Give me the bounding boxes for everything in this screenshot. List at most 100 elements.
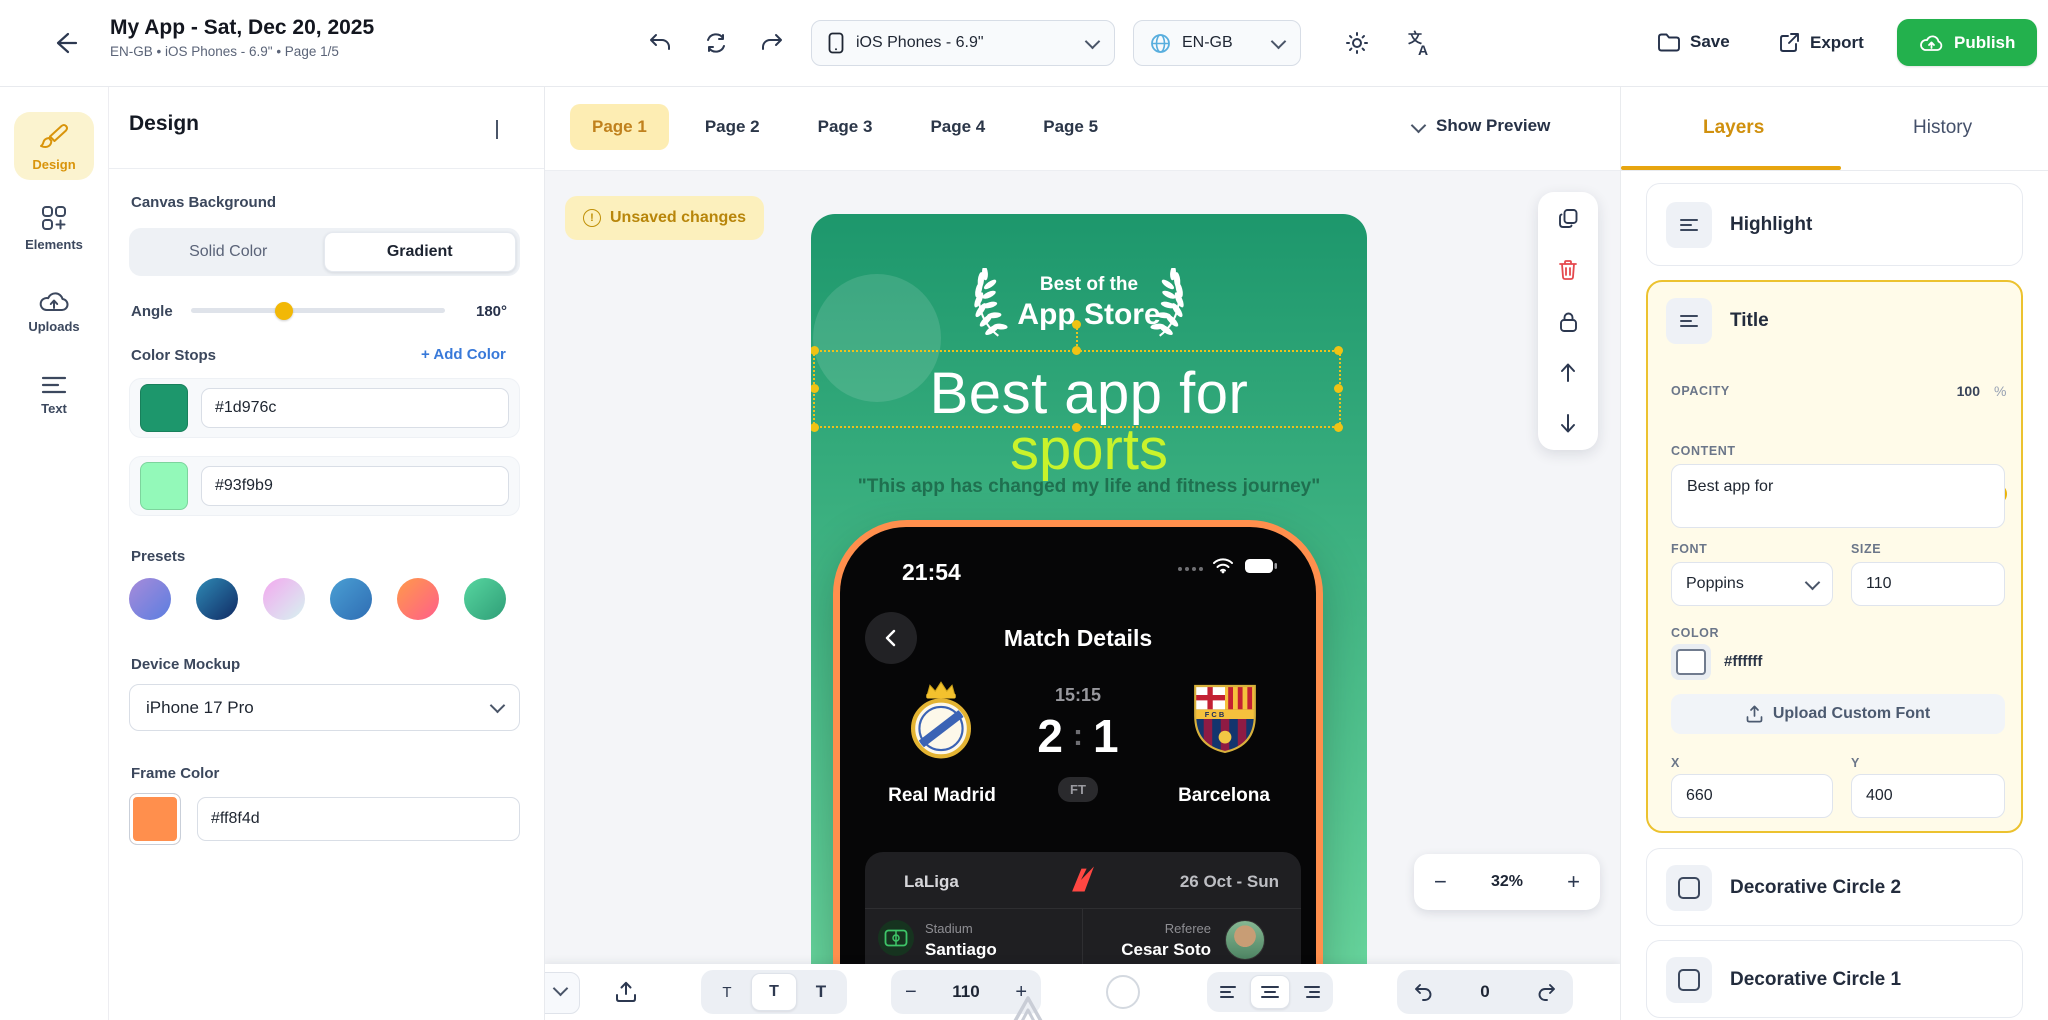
quote-layer[interactable]: "This app has changed my life and fitnes… (811, 476, 1367, 498)
frame-color-hex-input[interactable] (197, 797, 520, 841)
undo-button[interactable] (648, 31, 672, 55)
rotation-control: 0 (1397, 970, 1573, 1014)
zoom-out-button[interactable]: − (1434, 871, 1447, 893)
text-style-bold-button[interactable]: T (799, 974, 843, 1010)
text-color-button[interactable] (1106, 975, 1140, 1009)
device-selector[interactable]: iOS Phones - 6.9" (811, 20, 1115, 66)
rotate-ccw-button[interactable] (1413, 982, 1433, 1002)
font-label: FONT (1671, 542, 1707, 556)
color-stop-hex-input[interactable] (201, 466, 509, 506)
layer-tools-toolbar (1538, 192, 1598, 450)
rail-item-elements[interactable]: Elements (14, 204, 94, 252)
theme-toggle-button[interactable] (1345, 31, 1369, 55)
referee-value: Cesar Soto (1105, 940, 1211, 960)
tab-page-1[interactable]: Page 1 (570, 104, 669, 150)
collapse-panel-button[interactable] (496, 120, 498, 138)
divider (108, 168, 544, 169)
rail-item-design[interactable]: Design (14, 112, 94, 180)
phone-mockup[interactable]: 21:54 Match Details (833, 520, 1323, 1020)
publish-button-label: Publish (1954, 33, 2015, 53)
tab-layers[interactable]: Layers (1703, 86, 1764, 170)
selection-handle[interactable] (1334, 423, 1343, 432)
text-color-swatch[interactable] (1671, 644, 1711, 680)
laurel-badge[interactable]: Best of the App Store (811, 262, 1367, 332)
selection-handle[interactable] (1334, 384, 1343, 393)
align-right-button[interactable] (1292, 976, 1330, 1008)
tab-gradient[interactable]: Gradient (324, 232, 517, 272)
size-input[interactable] (1851, 562, 2005, 606)
layer-item-title[interactable]: Title OPACITY 100 % CONTENT Best app for… (1646, 280, 2023, 833)
stadium-label: Stadium (925, 921, 973, 936)
stadium-icon (878, 920, 914, 956)
layer-item-decorative-circle-1[interactable]: Decorative Circle 1 (1646, 940, 2023, 1018)
color-stop-hex-input[interactable] (201, 388, 509, 428)
rotate-cw-button[interactable] (1537, 982, 1557, 1002)
save-button[interactable]: Save (1657, 31, 1730, 53)
preset-gradient-3[interactable] (263, 578, 305, 620)
tab-page-4[interactable]: Page 4 (908, 104, 1007, 150)
tab-page-2[interactable]: Page 2 (683, 104, 782, 150)
layer-name: Highlight (1730, 214, 1812, 236)
language-selector[interactable]: EN-GB (1133, 20, 1301, 66)
redo-button[interactable] (760, 31, 784, 55)
frame-color-swatch[interactable] (129, 793, 181, 845)
angle-slider-knob[interactable] (275, 302, 293, 320)
tab-page-3[interactable]: Page 3 (796, 104, 895, 150)
zoom-in-button[interactable]: + (1567, 871, 1580, 893)
font-select[interactable]: Poppins (1671, 562, 1833, 606)
selection-handle[interactable] (1072, 346, 1081, 355)
selection-handle[interactable] (1072, 423, 1081, 432)
rail-item-uploads[interactable]: Uploads (14, 288, 94, 334)
upload-button[interactable] (614, 980, 638, 1004)
align-center-button[interactable] (1250, 975, 1290, 1009)
content-input[interactable]: Best app for (1671, 464, 2005, 528)
duplicate-button[interactable] (1558, 208, 1579, 229)
artboard[interactable]: Best of the App Store Best app for sport… (811, 214, 1367, 1020)
move-layer-up-button[interactable] (1559, 362, 1577, 383)
font-size-decrease-button[interactable]: − (891, 982, 931, 1002)
reset-button[interactable] (704, 31, 728, 55)
phone-screen-title: Match Details (840, 625, 1316, 652)
translate-button[interactable]: 文A (1406, 29, 1434, 57)
layer-name: Decorative Circle 1 (1730, 969, 1901, 991)
rotation-handle[interactable] (1072, 320, 1081, 329)
layer-item-decorative-circle-2[interactable]: Decorative Circle 2 (1646, 848, 2023, 926)
selection-marquee[interactable] (813, 350, 1341, 428)
publish-button[interactable]: Publish (1897, 19, 2037, 66)
preset-gradient-6[interactable] (464, 578, 506, 620)
align-left-button[interactable] (1210, 976, 1248, 1008)
device-selector-value: iOS Phones - 6.9" (856, 34, 984, 52)
unsaved-changes-label: Unsaved changes (610, 209, 746, 227)
color-stop-swatch[interactable] (140, 462, 188, 510)
selection-handle[interactable] (1334, 346, 1343, 355)
tab-solid-color[interactable]: Solid Color (133, 232, 324, 272)
rail-item-text[interactable]: Text (14, 374, 94, 416)
preset-gradient-4[interactable] (330, 578, 372, 620)
league-name: LaLiga (904, 872, 959, 892)
device-mockup-select[interactable]: iPhone 17 Pro (129, 684, 520, 731)
x-input[interactable] (1671, 774, 1833, 818)
tab-history[interactable]: History (1913, 86, 1972, 170)
font-family-select-partial[interactable] (544, 972, 580, 1014)
preset-gradient-1[interactable] (129, 578, 171, 620)
show-preview-button[interactable]: Show Preview (1413, 116, 1550, 136)
add-color-button[interactable]: + Add Color (421, 346, 506, 363)
lock-button[interactable] (1559, 311, 1578, 333)
back-button[interactable] (52, 30, 78, 56)
tab-page-5[interactable]: Page 5 (1021, 104, 1120, 150)
delete-button[interactable] (1558, 259, 1578, 281)
layer-item-highlight[interactable]: Highlight (1646, 183, 2023, 266)
text-style-medium-button[interactable]: T (751, 973, 797, 1011)
chevron-down-icon (490, 698, 506, 714)
y-input[interactable] (1851, 774, 2005, 818)
export-button[interactable]: Export (1778, 31, 1864, 54)
score-divider: : (1063, 719, 1093, 753)
preset-gradient-2[interactable] (196, 578, 238, 620)
rail-item-label: Design (14, 157, 94, 172)
color-stop-swatch[interactable] (140, 384, 188, 432)
move-layer-down-button[interactable] (1559, 413, 1577, 434)
preset-gradient-5[interactable] (397, 578, 439, 620)
text-style-small-button[interactable]: T (705, 974, 749, 1010)
upload-custom-font-button[interactable]: Upload Custom Font (1671, 694, 2005, 734)
angle-slider-track[interactable] (191, 308, 445, 313)
